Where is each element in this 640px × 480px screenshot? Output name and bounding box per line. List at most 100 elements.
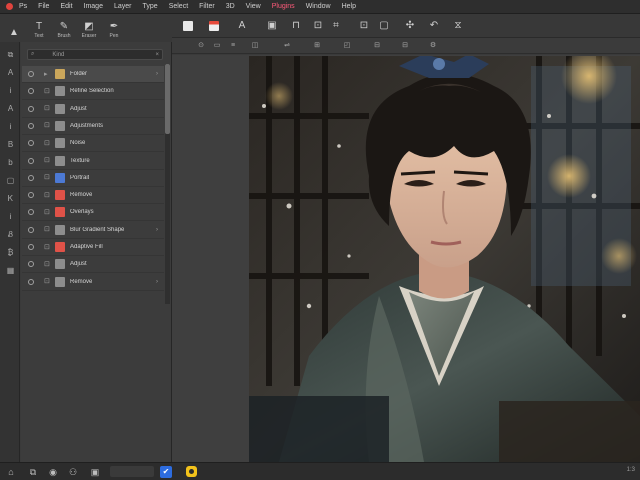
- layer-row[interactable]: ⊡ Adjust: [22, 101, 164, 118]
- menu-item-filter[interactable]: Filter: [199, 3, 215, 10]
- link-icon[interactable]: ⊡: [44, 88, 50, 95]
- layer-row[interactable]: ⊡ Portrait: [22, 170, 164, 187]
- menu-item-file[interactable]: File: [38, 3, 49, 10]
- menu-item-help[interactable]: Help: [342, 3, 356, 10]
- undo-icon[interactable]: ↶: [428, 20, 440, 32]
- eraser-tool-button[interactable]: ◩ Eraser: [81, 22, 97, 40]
- layers-scrollbar[interactable]: [165, 64, 170, 304]
- link-icon[interactable]: ⊡: [44, 244, 50, 251]
- app-icon[interactable]: ✔: [160, 466, 172, 478]
- layer-row[interactable]: ⊡ Remove: [22, 187, 164, 205]
- link-icon[interactable]: ⚇: [68, 467, 78, 477]
- layer-row[interactable]: ⊡ Overlays: [22, 204, 164, 222]
- menu-item-view[interactable]: View: [246, 3, 261, 10]
- scrollbar-thumb[interactable]: [165, 64, 170, 134]
- menu-item-3d[interactable]: 3D: [226, 3, 235, 10]
- layers-icon[interactable]: ⧉: [28, 467, 38, 477]
- text-icon[interactable]: Ꭵ: [6, 86, 15, 95]
- brush-tool-button[interactable]: ✎ Brush: [56, 22, 72, 40]
- chevron-right-icon[interactable]: ›: [156, 279, 158, 285]
- home-icon[interactable]: ⌂: [6, 467, 16, 477]
- chevron-right-icon[interactable]: ›: [156, 227, 158, 233]
- layers-icon[interactable]: ⧉: [6, 50, 15, 59]
- link-icon[interactable]: ⊡: [44, 157, 50, 164]
- visibility-icon[interactable]: [28, 105, 34, 112]
- visibility-icon[interactable]: [28, 88, 34, 95]
- link-icon[interactable]: ⊡: [44, 261, 50, 268]
- open-document-icon[interactable]: [208, 20, 220, 32]
- layer-row[interactable]: ⊡ Noise: [22, 135, 164, 153]
- layer-row[interactable]: ⊡ Refine Selection: [22, 83, 164, 101]
- menu-item-app[interactable]: Ps: [19, 3, 27, 10]
- crop-icon[interactable]: ⌗: [330, 20, 342, 32]
- zoom-field[interactable]: [110, 466, 154, 477]
- chevron-right-icon[interactable]: ›: [156, 71, 158, 77]
- layer-row[interactable]: ⊡ Remove ›: [22, 274, 164, 291]
- visibility-icon[interactable]: [28, 226, 34, 233]
- link-icon[interactable]: ⊡: [44, 174, 50, 181]
- layer-filter-field[interactable]: ⌕ Kind ×: [27, 49, 163, 60]
- character-icon[interactable]: b: [6, 158, 15, 167]
- visibility-icon[interactable]: [28, 192, 34, 199]
- fill-icon[interactable]: ◫: [250, 41, 260, 51]
- visibility-icon[interactable]: [28, 140, 34, 147]
- notification-icon[interactable]: [186, 466, 197, 477]
- menu-item-plugins[interactable]: Plugins: [272, 3, 295, 10]
- channels-icon[interactable]: ₿: [6, 248, 15, 257]
- menu-item-image[interactable]: Image: [84, 3, 103, 10]
- visibility-icon[interactable]: [28, 244, 34, 250]
- layer-row[interactable]: ⊡ Blur Gradient Shape ›: [22, 222, 164, 239]
- settings-icon[interactable]: ⚙: [428, 41, 438, 51]
- menu-item-select[interactable]: Select: [169, 3, 188, 10]
- filter-kind-icon[interactable]: A: [6, 68, 15, 77]
- distribute-icon[interactable]: ⊟: [372, 41, 382, 51]
- align-icon[interactable]: Ꭵ: [6, 122, 15, 131]
- visibility-icon[interactable]: [28, 278, 34, 285]
- link-icon[interactable]: ⊡: [44, 226, 50, 233]
- text-tool-button[interactable]: T Text: [31, 22, 47, 40]
- ruler-icon[interactable]: ⊓: [290, 20, 302, 32]
- link-icon[interactable]: ⊡: [44, 122, 50, 129]
- flip-icon[interactable]: ⇌: [282, 41, 292, 51]
- paragraph-icon[interactable]: B: [6, 140, 15, 149]
- close-icon[interactable]: ×: [155, 52, 159, 58]
- history-icon[interactable]: Ᏸ: [6, 230, 15, 239]
- folder-expand-icon[interactable]: ▸: [44, 71, 50, 78]
- visibility-icon[interactable]: [28, 209, 34, 216]
- link-icon[interactable]: ⊡: [44, 278, 50, 285]
- visibility-icon[interactable]: [28, 122, 34, 129]
- canvas-image[interactable]: [249, 56, 640, 462]
- properties-icon[interactable]: Ꭵ: [6, 212, 15, 221]
- camera-icon[interactable]: ◉: [48, 467, 58, 477]
- arrange-icon[interactable]: ⊟: [400, 41, 410, 51]
- transform-icon[interactable]: ⊡: [312, 20, 324, 32]
- menu-item-window[interactable]: Window: [306, 3, 331, 10]
- layer-row[interactable]: ▸ Folder ›: [22, 66, 164, 83]
- frame-icon[interactable]: ⊡: [358, 20, 370, 32]
- layer-row[interactable]: ⊡ Adjust: [22, 256, 164, 274]
- paths-icon[interactable]: ▦: [6, 266, 15, 275]
- reset-icon[interactable]: ⊙: [196, 41, 206, 51]
- grid-icon[interactable]: ✣: [404, 20, 416, 32]
- visibility-icon[interactable]: [28, 71, 34, 77]
- close-window-dot[interactable]: [6, 3, 13, 10]
- link-icon[interactable]: ⊡: [44, 140, 50, 147]
- visibility-icon[interactable]: [28, 261, 34, 268]
- align-icon[interactable]: ≡: [228, 41, 238, 51]
- adjust-icon[interactable]: ⧖: [452, 20, 464, 32]
- shapes-tool-button[interactable]: ▲: [6, 28, 22, 39]
- frame-icon[interactable]: ▣: [90, 467, 100, 477]
- link-icon[interactable]: ⊡: [44, 105, 50, 112]
- image-frame-icon[interactable]: ▢: [378, 20, 390, 32]
- menu-item-edit[interactable]: Edit: [60, 3, 72, 10]
- link-icon[interactable]: ⊡: [44, 209, 50, 216]
- square-icon[interactable]: ▭: [212, 41, 222, 51]
- link-icon[interactable]: ⊡: [44, 192, 50, 199]
- type-tool-icon[interactable]: A: [236, 20, 248, 32]
- grid-lines-icon[interactable]: ⊞: [312, 41, 322, 51]
- image-icon[interactable]: ▣: [266, 20, 278, 32]
- new-document-icon[interactable]: [182, 20, 194, 32]
- menu-item-layer[interactable]: Layer: [114, 3, 132, 10]
- type-icon[interactable]: A: [6, 104, 15, 113]
- layers-toggle-icon[interactable]: ◰: [342, 41, 352, 51]
